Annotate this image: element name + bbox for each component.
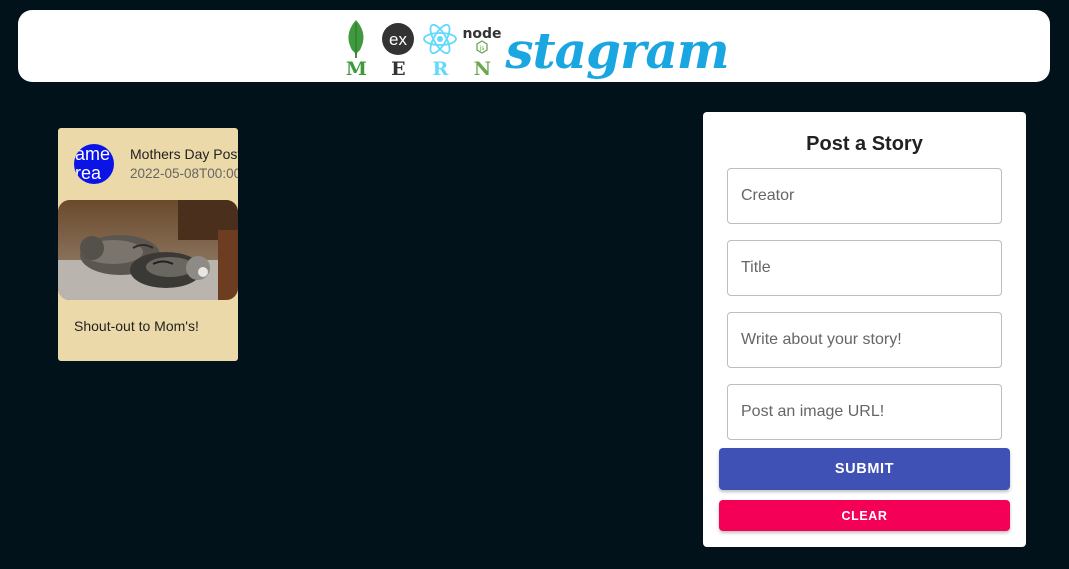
cats-photo [58,200,238,300]
form-heading: Post a Story [806,133,923,155]
nodejs-icon: node js [463,26,502,54]
submit-button[interactable]: SUBMIT [719,448,1010,490]
creator-field[interactable] [727,168,1002,224]
mongodb-leaf-icon [348,20,364,58]
clear-button[interactable]: CLEAR [719,500,1010,531]
post-card[interactable]: amerea Mothers Day Post 2022-05-08T00:00 [58,128,238,361]
mongodb-logo: M [335,19,377,79]
brand-wordmark: stagram [505,21,729,80]
post-message: Shout-out to Mom's! [74,318,199,334]
stack-letter-r: R [432,58,449,80]
stack-letter-n: N [473,58,492,80]
node-text: node [463,26,502,42]
express-badge-text: ex [389,30,407,49]
node-logo: node js N [461,21,503,79]
express-logo: ex E [377,21,419,79]
svg-text:js: js [479,45,485,52]
post-title: Mothers Day Post [130,146,238,162]
post-image[interactable] [58,200,238,300]
post-story-form: Post a Story SUBMIT CLEAR [703,112,1026,547]
image-url-field[interactable] [727,384,1002,440]
title-field[interactable] [727,240,1002,296]
stack-letter-e: E [391,58,406,80]
message-field[interactable] [727,312,1002,368]
app-bar: M ex E R node js N stagram [18,10,1050,82]
react-atom-icon [423,23,458,55]
react-logo: R [419,21,461,79]
avatar: amerea [74,144,114,184]
stack-letter-m: M [345,58,367,80]
express-badge-icon: ex [382,23,415,55]
stack-logos: M ex E R node js N [335,19,503,79]
mern-stagram-logo[interactable]: M ex E R node js N stagram [335,13,730,80]
post-date: 2022-05-08T00:00 [130,166,238,181]
